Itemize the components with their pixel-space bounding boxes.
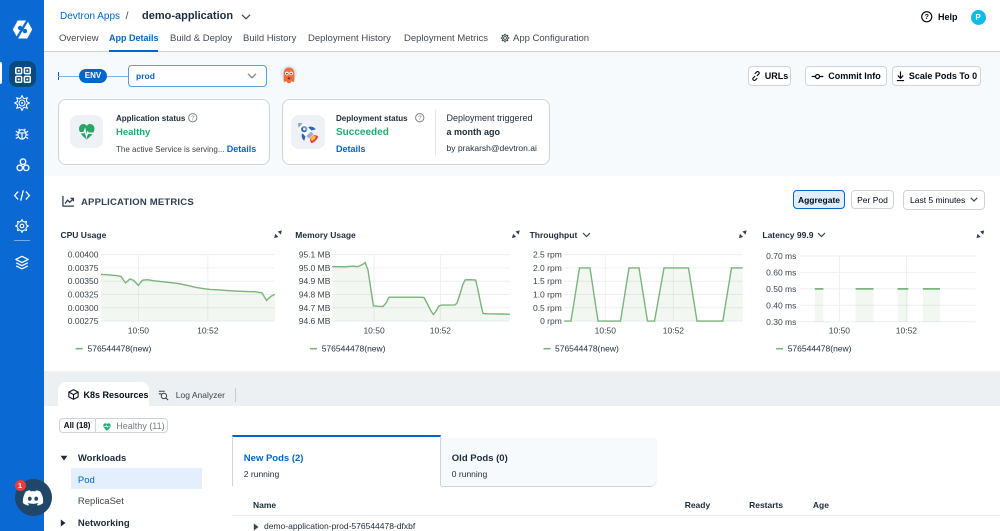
svg-text:0.00375: 0.00375 (68, 263, 99, 273)
svg-text:576544478(new): 576544478(new) (555, 344, 619, 354)
svg-text:95.0 MB: 95.0 MB (299, 263, 331, 273)
svg-text:0 rpm: 0 rpm (540, 316, 562, 326)
svg-text:2.0 rpm: 2.0 rpm (533, 263, 562, 273)
svg-text:10:52: 10:52 (197, 326, 219, 336)
svg-text:0.70 ms: 0.70 ms (766, 251, 796, 261)
svg-text:CPU Usage: CPU Usage (61, 230, 107, 240)
svg-text:94.8 MB: 94.8 MB (299, 290, 331, 300)
svg-text:0.00300: 0.00300 (68, 303, 99, 313)
svg-text:0.60 ms: 0.60 ms (766, 267, 796, 277)
svg-text:94.9 MB: 94.9 MB (299, 276, 331, 286)
svg-text:10:50: 10:50 (363, 326, 385, 336)
svg-text:10:52: 10:52 (663, 326, 685, 336)
svg-text:10:50: 10:50 (128, 326, 150, 336)
svg-text:2.5 rpm: 2.5 rpm (533, 250, 562, 260)
svg-text:0.00400: 0.00400 (68, 250, 99, 260)
svg-text:0.00275: 0.00275 (68, 316, 99, 326)
svg-text:10:52: 10:52 (896, 326, 918, 336)
svg-text:0.5 rpm: 0.5 rpm (533, 303, 562, 313)
svg-text:0.00325: 0.00325 (68, 290, 99, 300)
svg-text:10:50: 10:50 (595, 326, 617, 336)
svg-text:10:52: 10:52 (430, 326, 452, 336)
svg-text:0.50 ms: 0.50 ms (766, 284, 796, 294)
svg-text:?: ? (925, 14, 929, 21)
svg-text:0.00350: 0.00350 (68, 276, 99, 286)
svg-text:10:50: 10:50 (829, 326, 851, 336)
svg-text:0.40 ms: 0.40 ms (766, 300, 796, 310)
svg-text:94.6 MB: 94.6 MB (299, 316, 331, 326)
svg-text:94.7 MB: 94.7 MB (299, 303, 331, 313)
svg-text:Latency 99.9: Latency 99.9 (762, 230, 813, 240)
svg-text:Memory Usage: Memory Usage (295, 230, 356, 240)
svg-text:95.1 MB: 95.1 MB (299, 250, 331, 260)
svg-text:576544478(new): 576544478(new) (88, 344, 152, 354)
svg-text:Throughput: Throughput (530, 230, 578, 240)
svg-text:576544478(new): 576544478(new) (788, 344, 852, 354)
svg-text:1.5 rpm: 1.5 rpm (533, 276, 562, 286)
svg-text:576544478(new): 576544478(new) (322, 344, 386, 354)
svg-text:1.0 rpm: 1.0 rpm (533, 290, 562, 300)
svg-text:0.30 ms: 0.30 ms (766, 317, 796, 327)
